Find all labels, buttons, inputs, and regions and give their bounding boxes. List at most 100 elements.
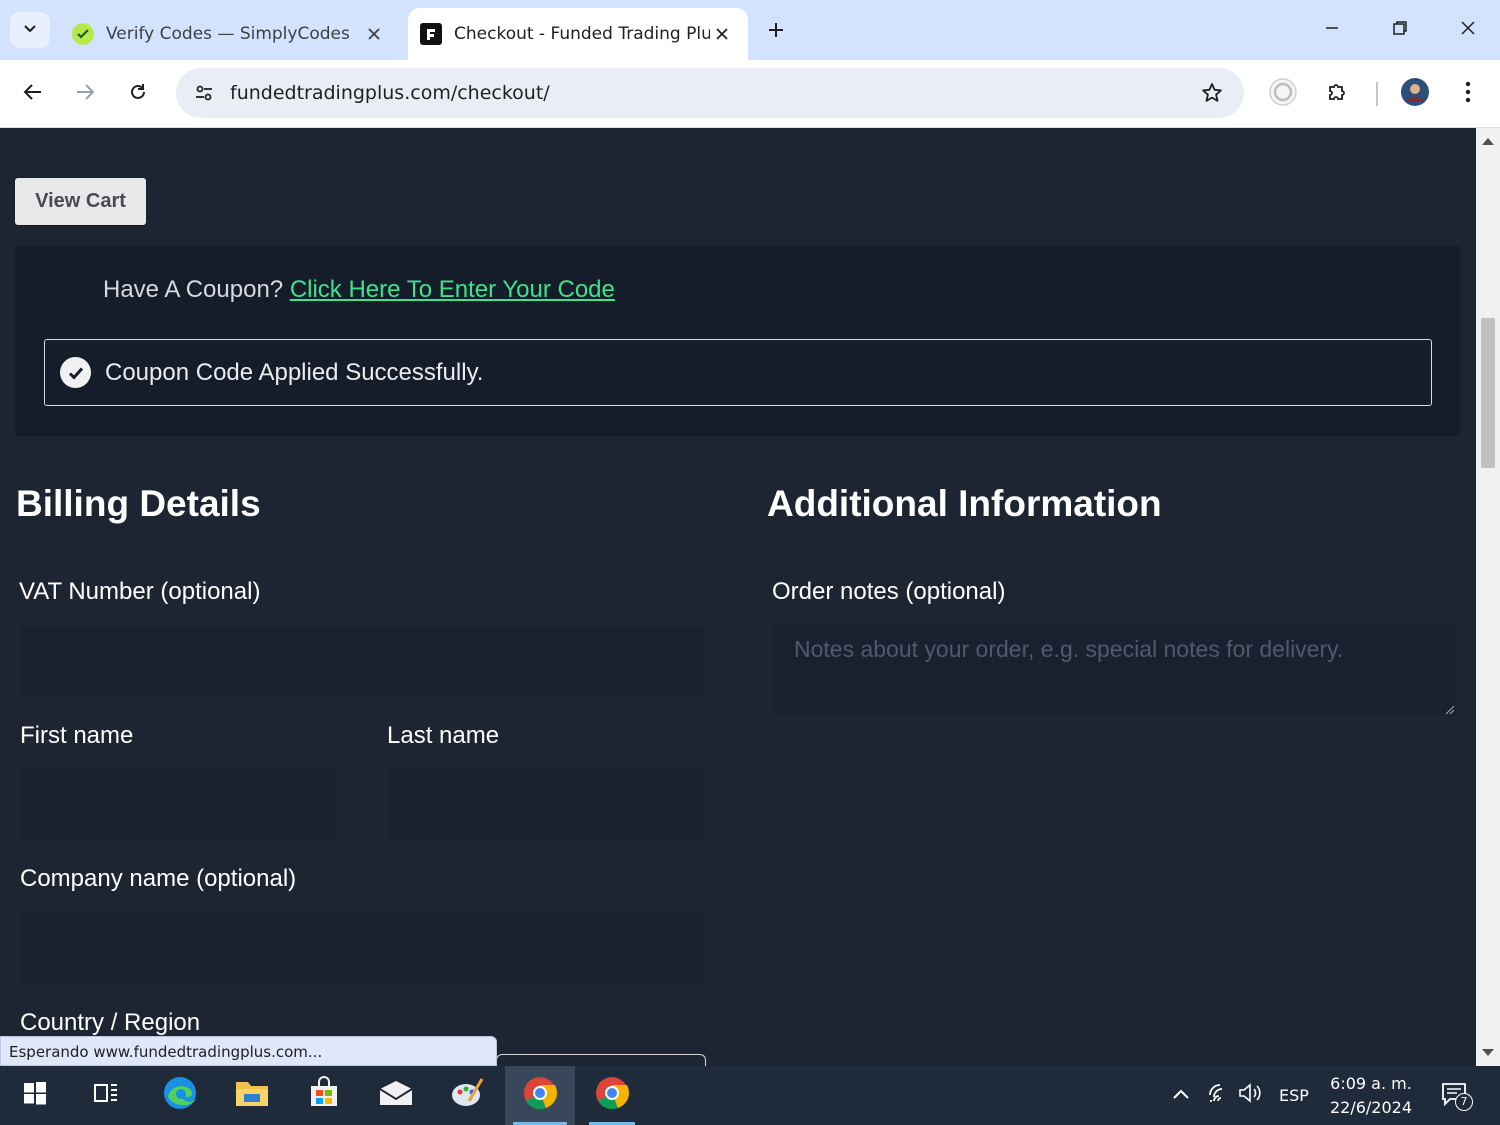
- taskbar-clock[interactable]: 6:09 a. m. 22/6/2024: [1318, 1072, 1424, 1120]
- clock-date: 22/6/2024: [1329, 1098, 1413, 1117]
- back-button[interactable]: [13, 74, 53, 114]
- profile-button[interactable]: [1395, 74, 1435, 114]
- task-view-icon: [93, 1081, 119, 1110]
- windows-taskbar: ESP 6:09 a. m. 22/6/2024 7: [0, 1066, 1500, 1125]
- view-cart-button[interactable]: View Cart: [15, 178, 146, 225]
- taskbar-paint[interactable]: [436, 1066, 498, 1125]
- order-notes-label: Order notes (optional): [772, 578, 1006, 605]
- vat-number-input[interactable]: [20, 626, 703, 696]
- mail-icon: [378, 1079, 414, 1112]
- resize-grip-icon[interactable]: [1443, 702, 1455, 715]
- coupon-success-text: Coupon Code Applied Successfully.: [105, 358, 484, 386]
- clock-time: 6:09 a. m.: [1330, 1074, 1412, 1093]
- taskbar-edge[interactable]: [149, 1066, 211, 1125]
- checkout-page: View Cart Have A Coupon? Click Here To E…: [0, 128, 1476, 1066]
- tab-strip: Verify Codes — SimplyCodes Checkout - Fu…: [0, 0, 1500, 60]
- coupon-panel: Have A Coupon? Click Here To Enter Your …: [15, 246, 1460, 436]
- bookmark-star-icon[interactable]: [1190, 73, 1234, 113]
- last-name-label: Last name: [387, 722, 500, 749]
- taskbar-file-explorer[interactable]: [221, 1066, 283, 1125]
- coupon-prompt-text: Have A Coupon?: [103, 276, 284, 303]
- forward-button[interactable]: [65, 74, 105, 114]
- toolbar-separator: [1376, 82, 1378, 106]
- additional-information-heading: Additional Information: [767, 483, 1162, 524]
- enter-coupon-link[interactable]: Click Here To Enter Your Code: [290, 276, 615, 303]
- country-region-label: Country / Region: [20, 1009, 201, 1036]
- tab-title: Verify Codes — SimplyCodes: [106, 24, 350, 44]
- coupon-prompt-line: Have A Coupon? Click Here To Enter Your …: [103, 276, 615, 304]
- input-language-indicator[interactable]: ESP: [1272, 1066, 1316, 1125]
- show-hidden-icons-button[interactable]: [1166, 1066, 1196, 1125]
- taskbar-store[interactable]: [293, 1066, 355, 1125]
- restore-icon: [1392, 20, 1408, 41]
- minimize-icon: [1324, 20, 1340, 41]
- vat-number-label: VAT Number (optional): [19, 578, 261, 605]
- minimize-button[interactable]: [1308, 10, 1356, 50]
- speaker-icon: [1238, 1083, 1264, 1108]
- volume-button[interactable]: [1236, 1066, 1266, 1125]
- scroll-down-icon[interactable]: [1482, 1049, 1494, 1056]
- coupon-success-message: Coupon Code Applied Successfully.: [44, 339, 1432, 406]
- paint-palette-icon: [449, 1075, 485, 1116]
- order-notes-textarea[interactable]: [772, 624, 1456, 716]
- action-center-button[interactable]: 7: [1434, 1066, 1478, 1125]
- scroll-up-icon[interactable]: [1482, 138, 1494, 145]
- taskbar-chrome-window-1[interactable]: [505, 1066, 575, 1125]
- store-bag-icon: [307, 1076, 341, 1115]
- start-button[interactable]: [4, 1066, 66, 1125]
- notification-count-badge: 7: [1455, 1092, 1473, 1111]
- chrome-menu-button[interactable]: [1448, 74, 1488, 114]
- chrome-icon: [594, 1075, 630, 1116]
- taskbar-mail[interactable]: [365, 1066, 427, 1125]
- first-name-label: First name: [20, 722, 134, 749]
- chevron-up-icon: [1172, 1087, 1190, 1105]
- site-settings-icon[interactable]: [180, 73, 228, 113]
- new-tab-button[interactable]: [760, 16, 792, 48]
- kebab-menu-icon: [1465, 81, 1471, 108]
- folder-icon: [234, 1078, 270, 1113]
- page-scrollbar[interactable]: [1476, 128, 1500, 1066]
- wifi-icon: [1208, 1083, 1230, 1108]
- restore-button[interactable]: [1376, 10, 1424, 50]
- last-name-input[interactable]: [388, 768, 703, 840]
- taskbar-chrome-window-2[interactable]: [581, 1066, 643, 1125]
- network-button[interactable]: [1204, 1066, 1234, 1125]
- first-name-input[interactable]: [20, 768, 336, 840]
- edge-icon: [162, 1075, 198, 1116]
- arrow-left-icon: [23, 82, 43, 107]
- tab-search-button[interactable]: [10, 12, 50, 48]
- close-tab-icon[interactable]: [362, 22, 386, 46]
- reload-button[interactable]: [118, 74, 158, 114]
- task-view-button[interactable]: [75, 1066, 137, 1125]
- plus-icon: [767, 21, 785, 44]
- chevron-down-icon: [22, 20, 38, 41]
- tab-title: Checkout - Funded Trading Plus: [454, 24, 710, 44]
- check-circle-icon: [60, 357, 91, 388]
- notification-icon: 7: [1441, 1082, 1473, 1111]
- chrome-icon: [522, 1075, 558, 1116]
- simplycodes-favicon-icon: [72, 23, 94, 45]
- tab-verify-codes[interactable]: Verify Codes — SimplyCodes: [60, 8, 400, 60]
- close-icon: [1460, 20, 1476, 41]
- avatar: [1400, 77, 1430, 112]
- arrow-right-icon: [75, 82, 95, 107]
- browser-toolbar: fundedtradingplus.com/checkout/: [0, 60, 1500, 128]
- reload-icon: [128, 82, 148, 107]
- address-bar[interactable]: fundedtradingplus.com/checkout/: [176, 68, 1244, 118]
- country-region-select[interactable]: [496, 1054, 706, 1066]
- windows-logo-icon: [23, 1081, 47, 1110]
- close-tab-icon[interactable]: [710, 22, 734, 46]
- tab-checkout[interactable]: Checkout - Funded Trading Plus: [408, 8, 748, 60]
- close-window-button[interactable]: [1444, 10, 1492, 50]
- company-name-label: Company name (optional): [20, 865, 297, 892]
- browser-status-bubble: Esperando www.fundedtradingplus.com...: [0, 1036, 497, 1066]
- simplycodes-extension-icon: [1268, 77, 1298, 112]
- billing-details-heading: Billing Details: [16, 483, 261, 524]
- fundedtradingplus-favicon-icon: [420, 23, 442, 45]
- extensions-button[interactable]: [1317, 74, 1357, 114]
- url-text[interactable]: fundedtradingplus.com/checkout/: [230, 82, 1190, 104]
- puzzle-icon: [1326, 81, 1348, 108]
- company-name-input[interactable]: [20, 912, 703, 984]
- scrollbar-thumb[interactable]: [1481, 318, 1495, 468]
- extension-simplycodes-button[interactable]: [1263, 74, 1303, 114]
